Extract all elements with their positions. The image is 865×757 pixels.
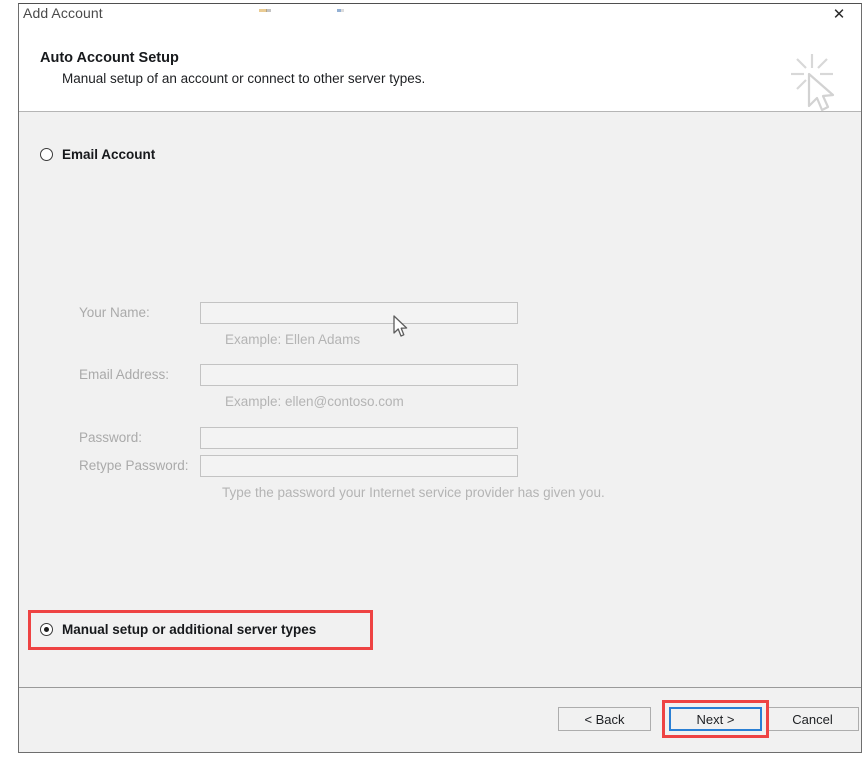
your-name-label: Your Name:: [79, 305, 150, 320]
password-label: Password:: [79, 430, 143, 445]
password-hint: Type the password your Internet service …: [222, 485, 605, 500]
radio-manual-setup[interactable]: Manual setup or additional server types: [40, 622, 316, 637]
dialog-header: Auto Account Setup Manual setup of an ac…: [19, 30, 861, 112]
dialog-titlebar: Add Account ✕: [19, 4, 861, 30]
retype-password-input[interactable]: [200, 455, 518, 477]
retype-password-label: Retype Password:: [79, 458, 189, 473]
radio-manual-setup-indicator[interactable]: [40, 623, 53, 636]
radio-manual-setup-label: Manual setup or additional server types: [62, 622, 317, 637]
close-icon[interactable]: ✕: [817, 4, 861, 27]
password-input[interactable]: [200, 427, 518, 449]
back-button[interactable]: < Back: [558, 707, 651, 731]
email-address-input[interactable]: [200, 364, 518, 386]
cursor-sparkle-icon: [779, 50, 845, 116]
account-form: Your Name: Example: Ellen Adams Email Ad…: [19, 112, 861, 687]
dialog-footer: < Back Next > Cancel: [19, 687, 861, 752]
email-address-label: Email Address:: [79, 367, 170, 382]
page-subtitle: Manual setup of an account or connect to…: [62, 71, 426, 86]
email-address-hint: Example: ellen@contoso.com: [225, 394, 404, 409]
next-button[interactable]: Next >: [669, 707, 762, 731]
cancel-button[interactable]: Cancel: [766, 707, 859, 731]
add-account-dialog: Add Account ✕ Auto Account Setup Manual …: [18, 3, 862, 753]
your-name-input[interactable]: [200, 302, 518, 324]
page-title: Auto Account Setup: [40, 50, 179, 66]
dialog-title: Add Account: [23, 5, 103, 21]
your-name-hint: Example: Ellen Adams: [225, 332, 361, 347]
dialog-body: Email Account Your Name: Example: Ellen …: [19, 112, 861, 687]
